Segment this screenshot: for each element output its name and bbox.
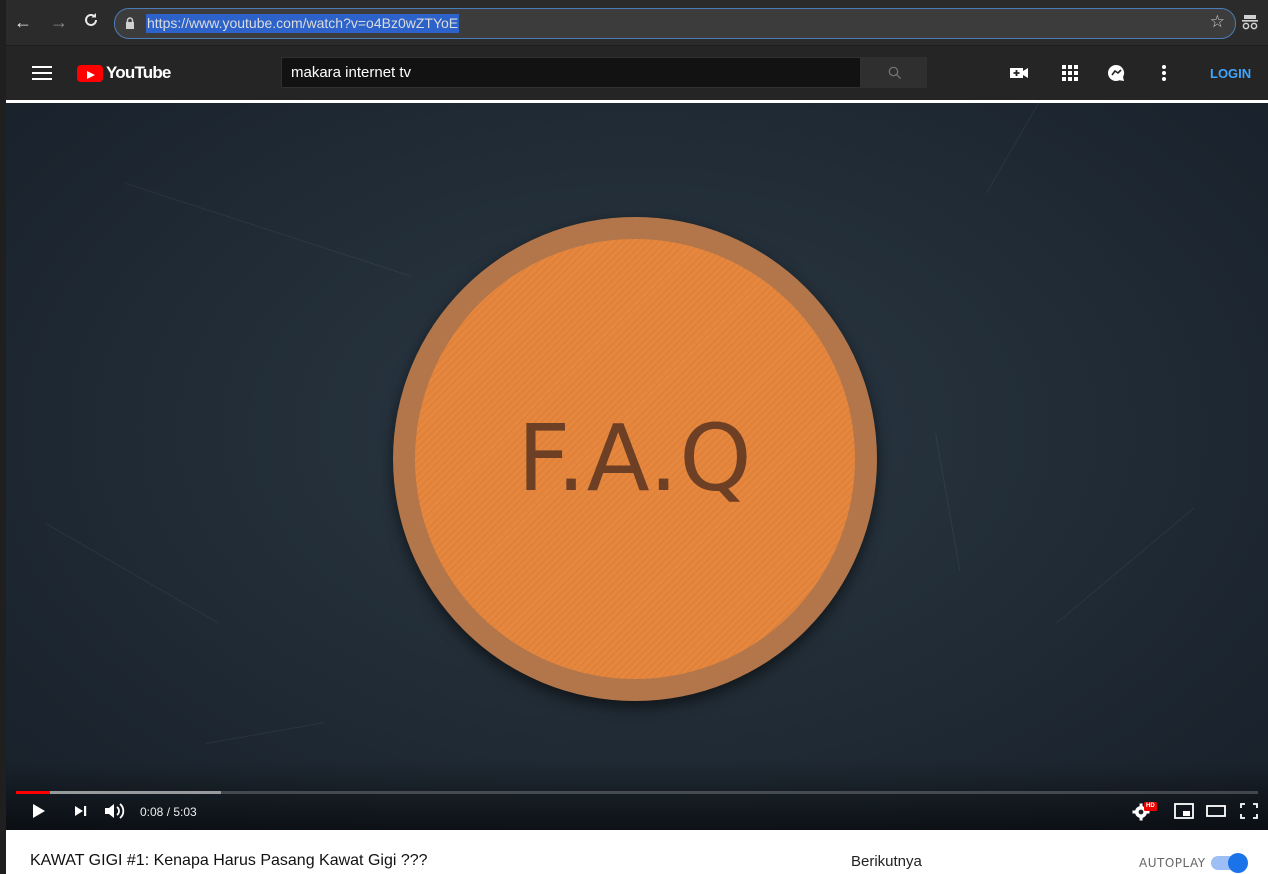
youtube-header: YouTube LOGIN [6,46,1268,100]
bookmark-star-icon[interactable]: ☆ [1210,12,1225,32]
address-bar[interactable]: https://www.youtube.com/watch?v=o4Bz0wZT… [114,8,1236,39]
back-arrow-icon[interactable]: ← [12,11,34,33]
background-texture [935,433,961,572]
autoplay-toggle-knob [1228,853,1248,873]
fullscreen-icon[interactable] [1238,800,1260,822]
faq-badge-inner: F.A.Q [415,239,855,679]
faq-badge: F.A.Q [393,217,877,701]
autoplay-label: AUTOPLAY [1139,856,1206,870]
logo-text: YouTube [106,63,171,82]
more-options-icon[interactable] [1153,62,1175,84]
play-icon[interactable] [30,800,48,822]
theater-mode-icon[interactable] [1204,800,1228,822]
autoplay-toggle[interactable] [1211,853,1248,873]
next-video-icon[interactable] [72,800,90,822]
search-input[interactable] [281,57,861,88]
time-display: 0:08 / 5:03 [140,805,197,819]
incognito-icon[interactable] [1241,13,1259,31]
youtube-logo-icon [77,65,103,82]
forward-arrow-icon[interactable]: → [48,11,70,33]
background-texture [1056,507,1195,624]
background-texture [206,722,325,744]
apps-grid-icon[interactable] [1059,62,1081,84]
create-video-icon[interactable] [1008,62,1030,84]
background-texture [45,523,220,624]
lock-icon [126,17,134,29]
video-title: KAWAT GIGI #1: Kenapa Harus Pasang Kawat… [30,852,428,869]
miniplayer-icon[interactable] [1172,800,1196,822]
search-icon [888,66,902,80]
url-text[interactable]: https://www.youtube.com/watch?v=o4Bz0wZT… [146,14,460,33]
menu-icon[interactable] [32,66,52,80]
messages-icon[interactable] [1105,62,1127,84]
login-button[interactable]: LOGIN [1210,66,1251,81]
browser-toolbar: ← → https://www.youtube.com/watch?v=o4Bz… [6,0,1268,46]
reload-glyph [85,13,97,26]
controls-gradient [6,760,1268,830]
progress-bar[interactable] [16,791,1258,794]
hd-badge: HD [1146,803,1155,809]
volume-icon[interactable] [103,800,129,822]
up-next-label: Berikutnya [851,853,922,870]
progress-played [16,791,50,794]
video-player[interactable]: F.A.Q 0:08 / 5:03 HD [6,103,1268,830]
faq-overlay-text: F.A.Q [517,405,753,512]
search-button[interactable] [861,57,927,88]
background-texture [986,103,1067,194]
reload-icon[interactable] [80,11,102,33]
background-texture [125,183,412,277]
